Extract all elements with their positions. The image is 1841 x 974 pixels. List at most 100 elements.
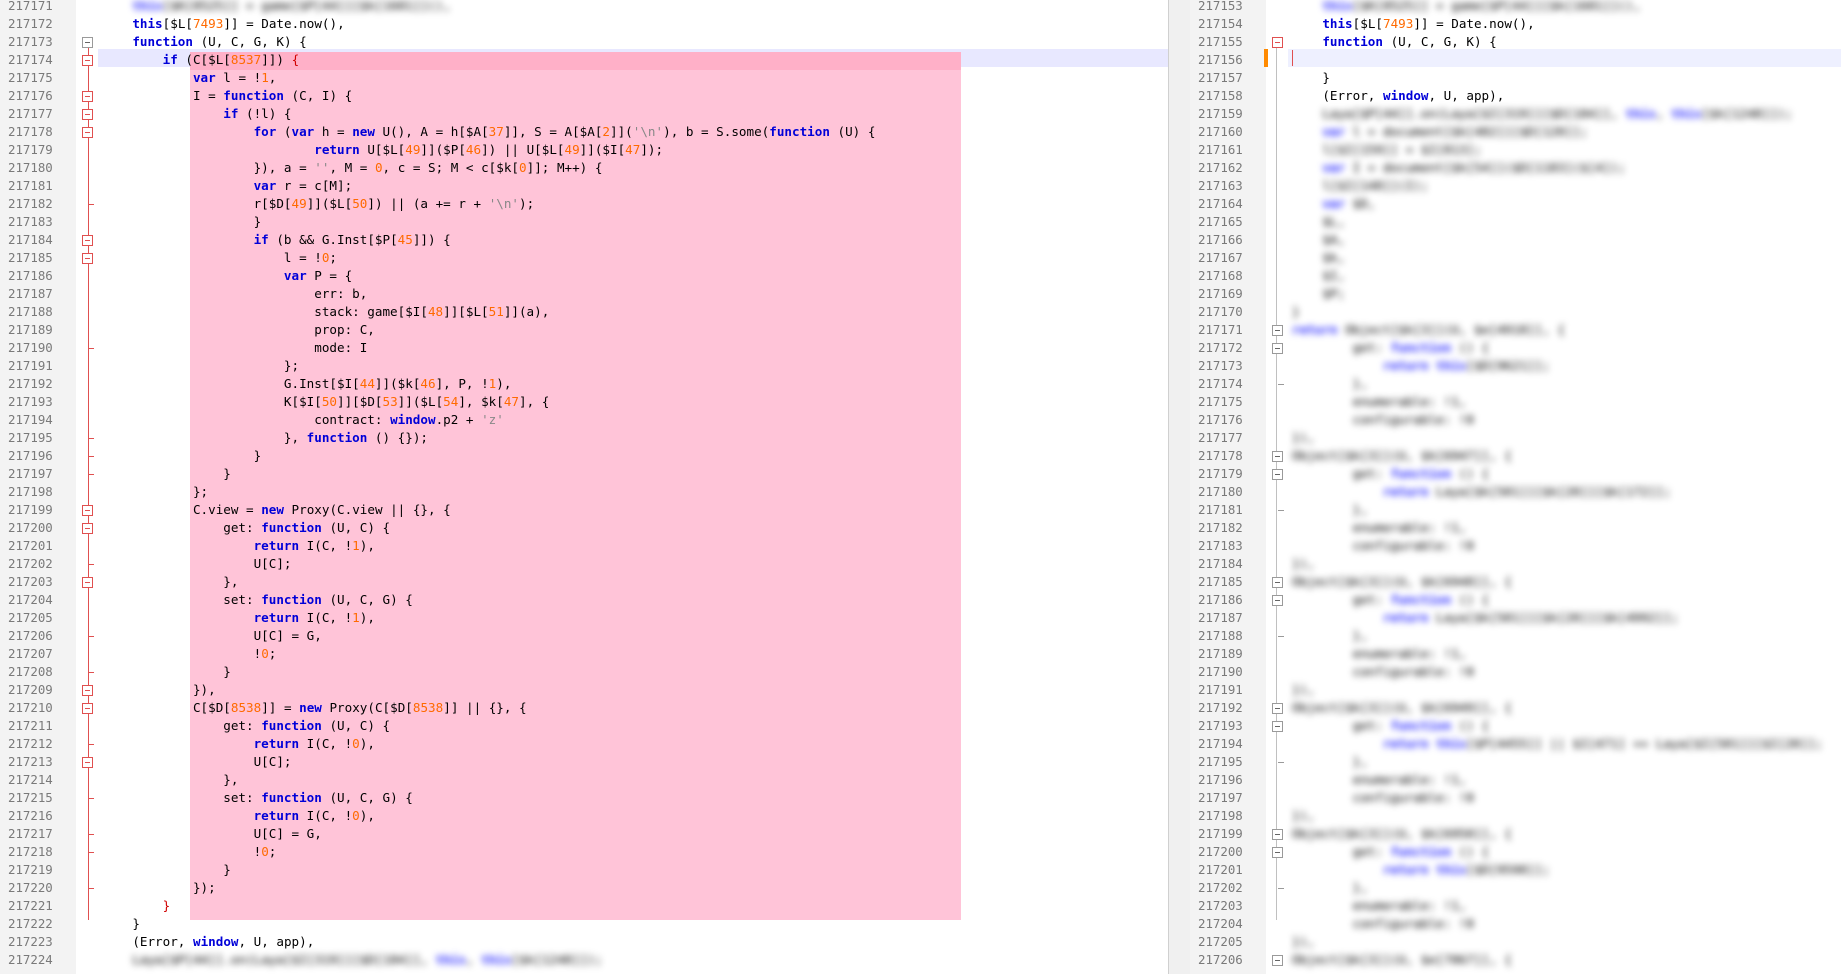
line-number: 217179 bbox=[8, 142, 53, 157]
code-line[interactable]: this[$L[7493]] = Date.now(), bbox=[1322, 15, 1534, 33]
fold-toggle-icon[interactable] bbox=[82, 109, 93, 120]
code-line[interactable]: } bbox=[254, 447, 262, 465]
line-number: 217219 bbox=[8, 862, 53, 877]
fold-toggle-icon[interactable] bbox=[82, 235, 93, 246]
fold-toggle-icon[interactable] bbox=[82, 685, 93, 696]
code-line[interactable]: U[C] = G, bbox=[254, 627, 322, 645]
code-line[interactable]: err: b, bbox=[314, 285, 367, 303]
code-line[interactable]: function (U, C, G, K) { bbox=[1322, 33, 1496, 51]
code-line[interactable]: } bbox=[163, 897, 171, 915]
fold-toggle-icon[interactable] bbox=[82, 703, 93, 714]
fold-toggle-icon[interactable] bbox=[82, 37, 93, 48]
code-line[interactable]: } bbox=[223, 663, 231, 681]
fold-toggle-icon[interactable] bbox=[1272, 829, 1283, 840]
code-line[interactable]: var l = !1, bbox=[193, 69, 276, 87]
code-line[interactable]: for (var h = new U(), A = h[$A[37]], S =… bbox=[254, 123, 876, 141]
line-number: 217174 bbox=[1198, 376, 1243, 391]
code-line[interactable]: }, function () {}); bbox=[284, 429, 428, 447]
fold-toggle-icon[interactable] bbox=[1272, 37, 1283, 48]
fold-toggle-icon[interactable] bbox=[82, 253, 93, 264]
redacted-code-line: get: function () { bbox=[1352, 718, 1490, 733]
fold-toggle-icon[interactable] bbox=[1272, 847, 1283, 858]
pane-splitter[interactable] bbox=[1168, 0, 1192, 974]
fold-toggle-icon[interactable] bbox=[1272, 343, 1283, 354]
code-line[interactable]: return U[$L[49]]($P[46]) || U[$L[49]]($I… bbox=[314, 141, 663, 159]
redacted-code-line: Object[$k[3]](U, $k[6950]], { bbox=[1292, 826, 1512, 841]
code-line[interactable]: get: function (U, C) { bbox=[223, 717, 390, 735]
code-line[interactable]: U[C] = G, bbox=[254, 825, 322, 843]
fold-toggle-icon[interactable] bbox=[82, 91, 93, 102]
code-line[interactable]: }; bbox=[193, 483, 208, 501]
code-line[interactable]: return I(C, !1), bbox=[254, 609, 375, 627]
code-line[interactable]: C[$D[8538]] = new Proxy(C[$D[8538]] || {… bbox=[193, 699, 527, 717]
code-line[interactable]: get: function (U, C) { bbox=[223, 519, 390, 537]
code-line[interactable]: this[$L[7493]] = Date.now(), bbox=[132, 15, 344, 33]
code-line[interactable]: } bbox=[132, 915, 140, 933]
fold-toggle-icon[interactable] bbox=[1272, 721, 1283, 732]
line-number: 217163 bbox=[1198, 178, 1243, 193]
code-line[interactable]: }), bbox=[193, 681, 216, 699]
code-line[interactable]: r[$D[49]]($L[50]) || (a += r + '\n'); bbox=[254, 195, 535, 213]
line-number: 217181 bbox=[8, 178, 53, 193]
fold-toggle-icon[interactable] bbox=[82, 757, 93, 768]
code-line[interactable]: return I(C, !0), bbox=[254, 807, 375, 825]
fold-toggle-icon[interactable] bbox=[1272, 469, 1283, 480]
fold-toggle-icon[interactable] bbox=[1272, 595, 1283, 606]
code-line[interactable]: mode: I bbox=[314, 339, 367, 357]
code-line[interactable]: (Error, window, U, app), bbox=[1322, 87, 1504, 105]
code-line[interactable]: } bbox=[254, 213, 262, 231]
code-line[interactable]: U[C]; bbox=[254, 555, 292, 573]
code-line[interactable]: }, bbox=[223, 573, 238, 591]
code-line[interactable]: prop: C, bbox=[314, 321, 375, 339]
fold-toggle-icon[interactable] bbox=[82, 505, 93, 516]
code-line[interactable]: U[C]; bbox=[254, 753, 292, 771]
code-line[interactable]: if (!l) { bbox=[223, 105, 291, 123]
code-line[interactable]: C.view = new Proxy(C.view || {}, { bbox=[193, 501, 451, 519]
redacted-code-line: var I = document[$k[54]]($D[1183]($[4]); bbox=[1322, 160, 1626, 175]
code-line[interactable]: G.Inst[$I[44]]($k[46], P, !1), bbox=[284, 375, 512, 393]
code-line[interactable]: }), a = '', M = 0, c = S; M < c[$k[0]]; … bbox=[254, 159, 603, 177]
code-line[interactable]: function (U, C, G, K) { bbox=[132, 33, 306, 51]
code-line[interactable]: } bbox=[223, 465, 231, 483]
fold-toggle-icon[interactable] bbox=[1272, 577, 1283, 588]
line-number: 217202 bbox=[8, 556, 53, 571]
code-line[interactable]: !0; bbox=[254, 645, 277, 663]
line-number: 217193 bbox=[1198, 718, 1243, 733]
fold-toggle-icon[interactable] bbox=[1272, 325, 1283, 336]
code-line[interactable]: if (C[$L[8537]]) { bbox=[163, 51, 300, 69]
code-line[interactable]: var r = c[M]; bbox=[254, 177, 353, 195]
code-line[interactable]: stack: game[$I[48]][$L[51]](a), bbox=[314, 303, 549, 321]
fold-toggle-icon[interactable] bbox=[82, 523, 93, 534]
code-line[interactable]: }; bbox=[284, 357, 299, 375]
code-line[interactable]: if (b && G.Inst[$P[45]]) { bbox=[254, 231, 451, 249]
code-line[interactable]: return I(C, !0), bbox=[254, 735, 375, 753]
redacted-code-line: $A, bbox=[1322, 232, 1346, 247]
code-line[interactable]: }, bbox=[223, 771, 238, 789]
redacted-code-line: var $D, bbox=[1322, 196, 1376, 211]
code-line[interactable]: l = !0; bbox=[284, 249, 337, 267]
fold-toggle-icon[interactable] bbox=[1272, 703, 1283, 714]
code-line[interactable]: K[$I[50]][$D[53]]($L[54], $k[47], { bbox=[284, 393, 549, 411]
fold-toggle-icon[interactable] bbox=[1272, 451, 1283, 462]
code-line[interactable]: (Error, window, U, app), bbox=[132, 933, 314, 951]
code-line[interactable]: } bbox=[1322, 69, 1330, 87]
code-line[interactable]: set: function (U, C, G) { bbox=[223, 789, 413, 807]
code-line[interactable]: }); bbox=[193, 879, 216, 897]
redacted-code-line: configurable: !0 bbox=[1352, 664, 1474, 679]
code-line[interactable]: !0; bbox=[254, 843, 277, 861]
line-number: 217176 bbox=[1198, 412, 1243, 427]
code-line[interactable]: return I(C, !1), bbox=[254, 537, 375, 555]
right-editor-pane[interactable]: this[$K[8525]] = game[$P[44]][$k[1601]](… bbox=[1190, 0, 1841, 974]
fold-toggle-icon[interactable] bbox=[82, 577, 93, 588]
fold-toggle-icon[interactable] bbox=[82, 55, 93, 66]
fold-end-marker bbox=[1278, 636, 1284, 637]
code-line[interactable]: I = function (C, I) { bbox=[193, 87, 352, 105]
code-line[interactable]: contract: window.p2 + 'z' bbox=[314, 411, 504, 429]
fold-toggle-icon[interactable] bbox=[82, 127, 93, 138]
fold-toggle-icon[interactable] bbox=[1272, 955, 1283, 966]
line-number: 217202 bbox=[1198, 880, 1243, 895]
code-line[interactable]: var P = { bbox=[284, 267, 352, 285]
left-editor-pane[interactable]: this[$K[8525]] = game[$P[44]][$k[1601]](… bbox=[0, 0, 1168, 974]
code-line[interactable]: set: function (U, C, G) { bbox=[223, 591, 413, 609]
code-line[interactable]: } bbox=[223, 861, 231, 879]
